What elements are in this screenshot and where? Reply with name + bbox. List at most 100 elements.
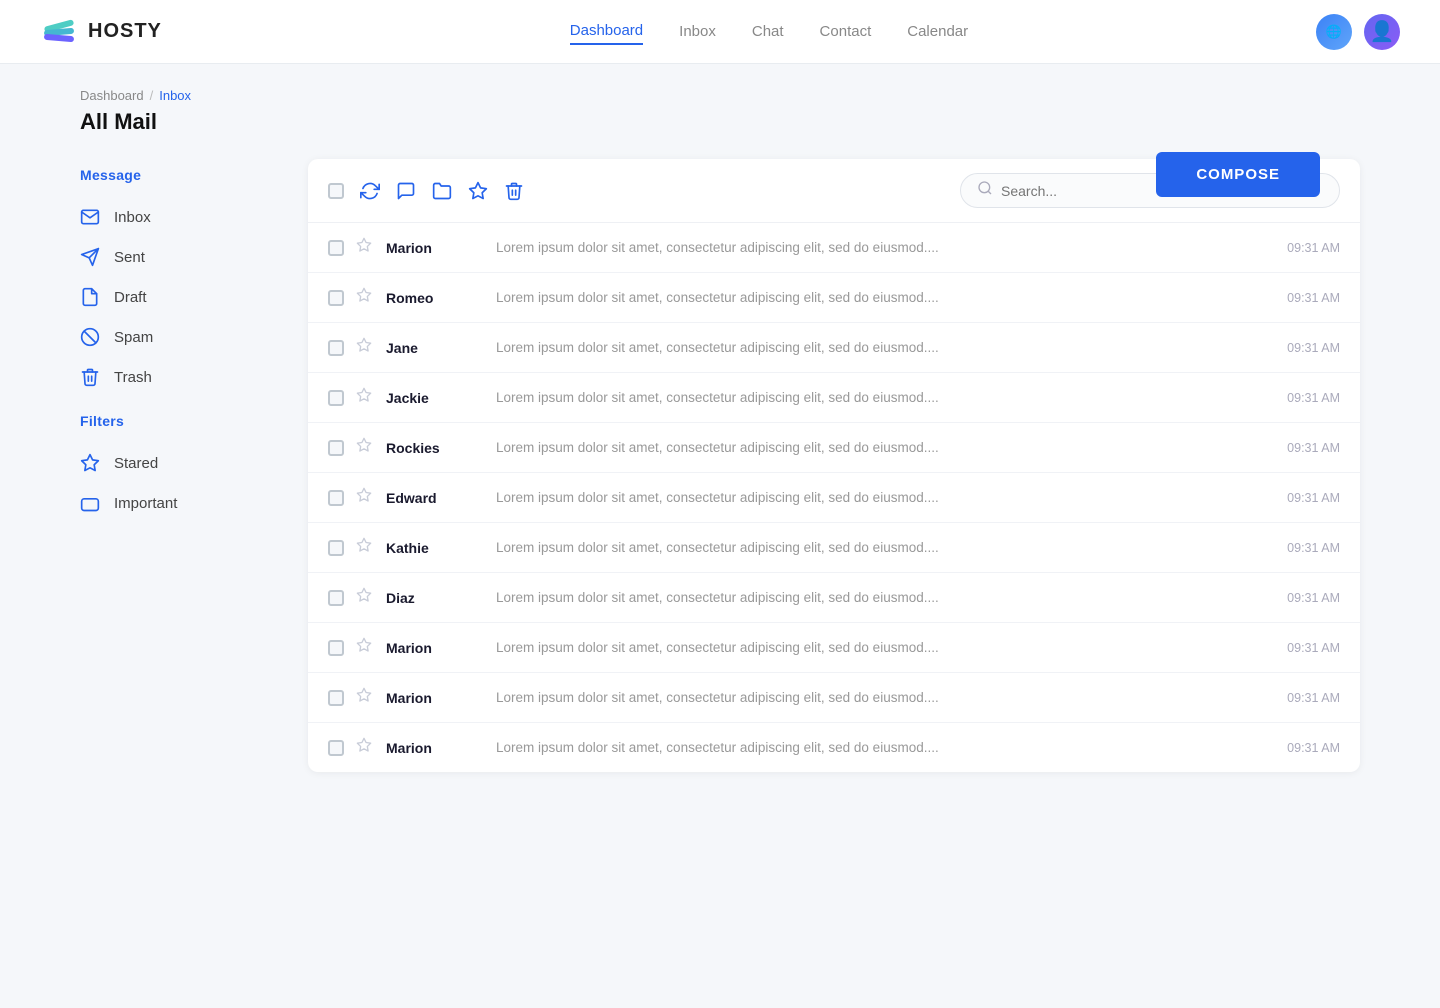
- sidebar-item-draft[interactable]: Draft: [80, 277, 280, 317]
- mail-sender: Jackie: [386, 390, 476, 406]
- mail-sender: Marion: [386, 640, 476, 656]
- nav-item-dashboard[interactable]: Dashboard: [570, 18, 643, 45]
- row-checkbox[interactable]: [328, 490, 344, 506]
- mail-row[interactable]: Marion Lorem ipsum dolor sit amet, conse…: [308, 673, 1360, 723]
- mail-row[interactable]: Rockies Lorem ipsum dolor sit amet, cons…: [308, 423, 1360, 473]
- row-star-icon[interactable]: [356, 337, 372, 358]
- mail-preview: Lorem ipsum dolor sit amet, consectetur …: [476, 690, 1270, 705]
- mail-preview: Lorem ipsum dolor sit amet, consectetur …: [476, 440, 1270, 455]
- sidebar-item-important[interactable]: Important: [80, 483, 280, 523]
- row-star-icon[interactable]: [356, 537, 372, 558]
- trash-icon: [80, 367, 100, 387]
- row-star-icon[interactable]: [356, 287, 372, 308]
- row-checkbox[interactable]: [328, 440, 344, 456]
- mail-sender: Marion: [386, 740, 476, 756]
- message-section-title: Message: [80, 167, 280, 183]
- row-star-icon[interactable]: [356, 487, 372, 508]
- mail-row[interactable]: Diaz Lorem ipsum dolor sit amet, consect…: [308, 573, 1360, 623]
- mail-preview: Lorem ipsum dolor sit amet, consectetur …: [476, 240, 1270, 255]
- chat-icon[interactable]: [396, 181, 416, 201]
- mail-list: Marion Lorem ipsum dolor sit amet, conse…: [308, 223, 1360, 772]
- sidebar: Message Inbox Sent: [80, 159, 280, 523]
- mail-time: 09:31 AM: [1270, 691, 1340, 705]
- page-title: All Mail: [80, 109, 1360, 135]
- breadcrumb-current: Inbox: [159, 88, 191, 103]
- draft-icon: [80, 287, 100, 307]
- nav-item-chat[interactable]: Chat: [752, 19, 784, 44]
- mail-sender: Rockies: [386, 440, 476, 456]
- mail-preview: Lorem ipsum dolor sit amet, consectetur …: [476, 540, 1270, 555]
- compose-button[interactable]: COMPOSE: [1156, 152, 1320, 197]
- row-checkbox[interactable]: [328, 640, 344, 656]
- mail-row[interactable]: Marion Lorem ipsum dolor sit amet, conse…: [308, 223, 1360, 273]
- row-star-icon[interactable]: [356, 387, 372, 408]
- mail-panel: Marion Lorem ipsum dolor sit amet, conse…: [308, 159, 1360, 772]
- mail-time: 09:31 AM: [1270, 491, 1340, 505]
- sidebar-item-stared[interactable]: Stared: [80, 443, 280, 483]
- mail-sender: Jane: [386, 340, 476, 356]
- nav-item-inbox[interactable]: Inbox: [679, 19, 716, 44]
- header: HOSTY DashboardInboxChatContactCalendar …: [0, 0, 1440, 64]
- mail-sender: Kathie: [386, 540, 476, 556]
- row-checkbox[interactable]: [328, 290, 344, 306]
- row-checkbox[interactable]: [328, 690, 344, 706]
- mail-sender: Edward: [386, 490, 476, 506]
- select-all-checkbox[interactable]: [328, 183, 344, 199]
- breadcrumb-parent[interactable]: Dashboard: [80, 88, 144, 103]
- sidebar-label-trash: Trash: [114, 369, 152, 386]
- sidebar-item-inbox[interactable]: Inbox: [80, 197, 280, 237]
- mail-preview: Lorem ipsum dolor sit amet, consectetur …: [476, 740, 1270, 755]
- nav-item-calendar[interactable]: Calendar: [907, 19, 968, 44]
- sidebar-label-spam: Spam: [114, 329, 153, 346]
- mail-preview: Lorem ipsum dolor sit amet, consectetur …: [476, 290, 1270, 305]
- row-star-icon[interactable]: [356, 237, 372, 258]
- sent-icon: [80, 247, 100, 267]
- row-checkbox[interactable]: [328, 590, 344, 606]
- folder-icon[interactable]: [432, 181, 452, 201]
- logo-area: HOSTY: [40, 13, 162, 51]
- mail-time: 09:31 AM: [1270, 441, 1340, 455]
- logo-icon: [40, 13, 78, 51]
- breadcrumb-separator: /: [150, 88, 154, 103]
- row-checkbox[interactable]: [328, 740, 344, 756]
- important-icon: [80, 493, 100, 513]
- mail-row[interactable]: Marion Lorem ipsum dolor sit amet, conse…: [308, 723, 1360, 772]
- refresh-icon[interactable]: [360, 181, 380, 201]
- row-checkbox[interactable]: [328, 540, 344, 556]
- inbox-icon: [80, 207, 100, 227]
- row-checkbox[interactable]: [328, 240, 344, 256]
- mail-row[interactable]: Romeo Lorem ipsum dolor sit amet, consec…: [308, 273, 1360, 323]
- sidebar-item-trash[interactable]: Trash: [80, 357, 280, 397]
- mail-row[interactable]: Jane Lorem ipsum dolor sit amet, consect…: [308, 323, 1360, 373]
- star-toolbar-icon[interactable]: [468, 181, 488, 201]
- mail-row[interactable]: Kathie Lorem ipsum dolor sit amet, conse…: [308, 523, 1360, 573]
- sidebar-label-stared: Stared: [114, 455, 158, 472]
- row-star-icon[interactable]: [356, 587, 372, 608]
- mail-time: 09:31 AM: [1270, 741, 1340, 755]
- row-checkbox[interactable]: [328, 340, 344, 356]
- row-checkbox[interactable]: [328, 390, 344, 406]
- sidebar-item-spam[interactable]: Spam: [80, 317, 280, 357]
- delete-toolbar-icon[interactable]: [504, 181, 524, 201]
- row-star-icon[interactable]: [356, 437, 372, 458]
- row-star-icon[interactable]: [356, 637, 372, 658]
- mail-time: 09:31 AM: [1270, 391, 1340, 405]
- mail-row[interactable]: Jackie Lorem ipsum dolor sit amet, conse…: [308, 373, 1360, 423]
- mail-row[interactable]: Marion Lorem ipsum dolor sit amet, conse…: [308, 623, 1360, 673]
- page-area: Dashboard / Inbox All Mail COMPOSE Messa…: [40, 64, 1400, 796]
- mail-sender: Marion: [386, 240, 476, 256]
- mail-row[interactable]: Edward Lorem ipsum dolor sit amet, conse…: [308, 473, 1360, 523]
- globe-avatar[interactable]: 🌐: [1316, 14, 1352, 50]
- sidebar-item-sent[interactable]: Sent: [80, 237, 280, 277]
- mail-sender: Romeo: [386, 290, 476, 306]
- mail-time: 09:31 AM: [1270, 341, 1340, 355]
- user-avatar[interactable]: 👤: [1364, 14, 1400, 50]
- row-star-icon[interactable]: [356, 687, 372, 708]
- main-nav: Dashboard Inbox Chat Contact Calendar: [222, 18, 1316, 45]
- mail-time: 09:31 AM: [1270, 291, 1340, 305]
- mail-preview: Lorem ipsum dolor sit amet, consectetur …: [476, 590, 1270, 605]
- mail-sender: Marion: [386, 690, 476, 706]
- filters-section-title: Filters: [80, 413, 280, 429]
- row-star-icon[interactable]: [356, 737, 372, 758]
- nav-item-contact[interactable]: Contact: [820, 19, 872, 44]
